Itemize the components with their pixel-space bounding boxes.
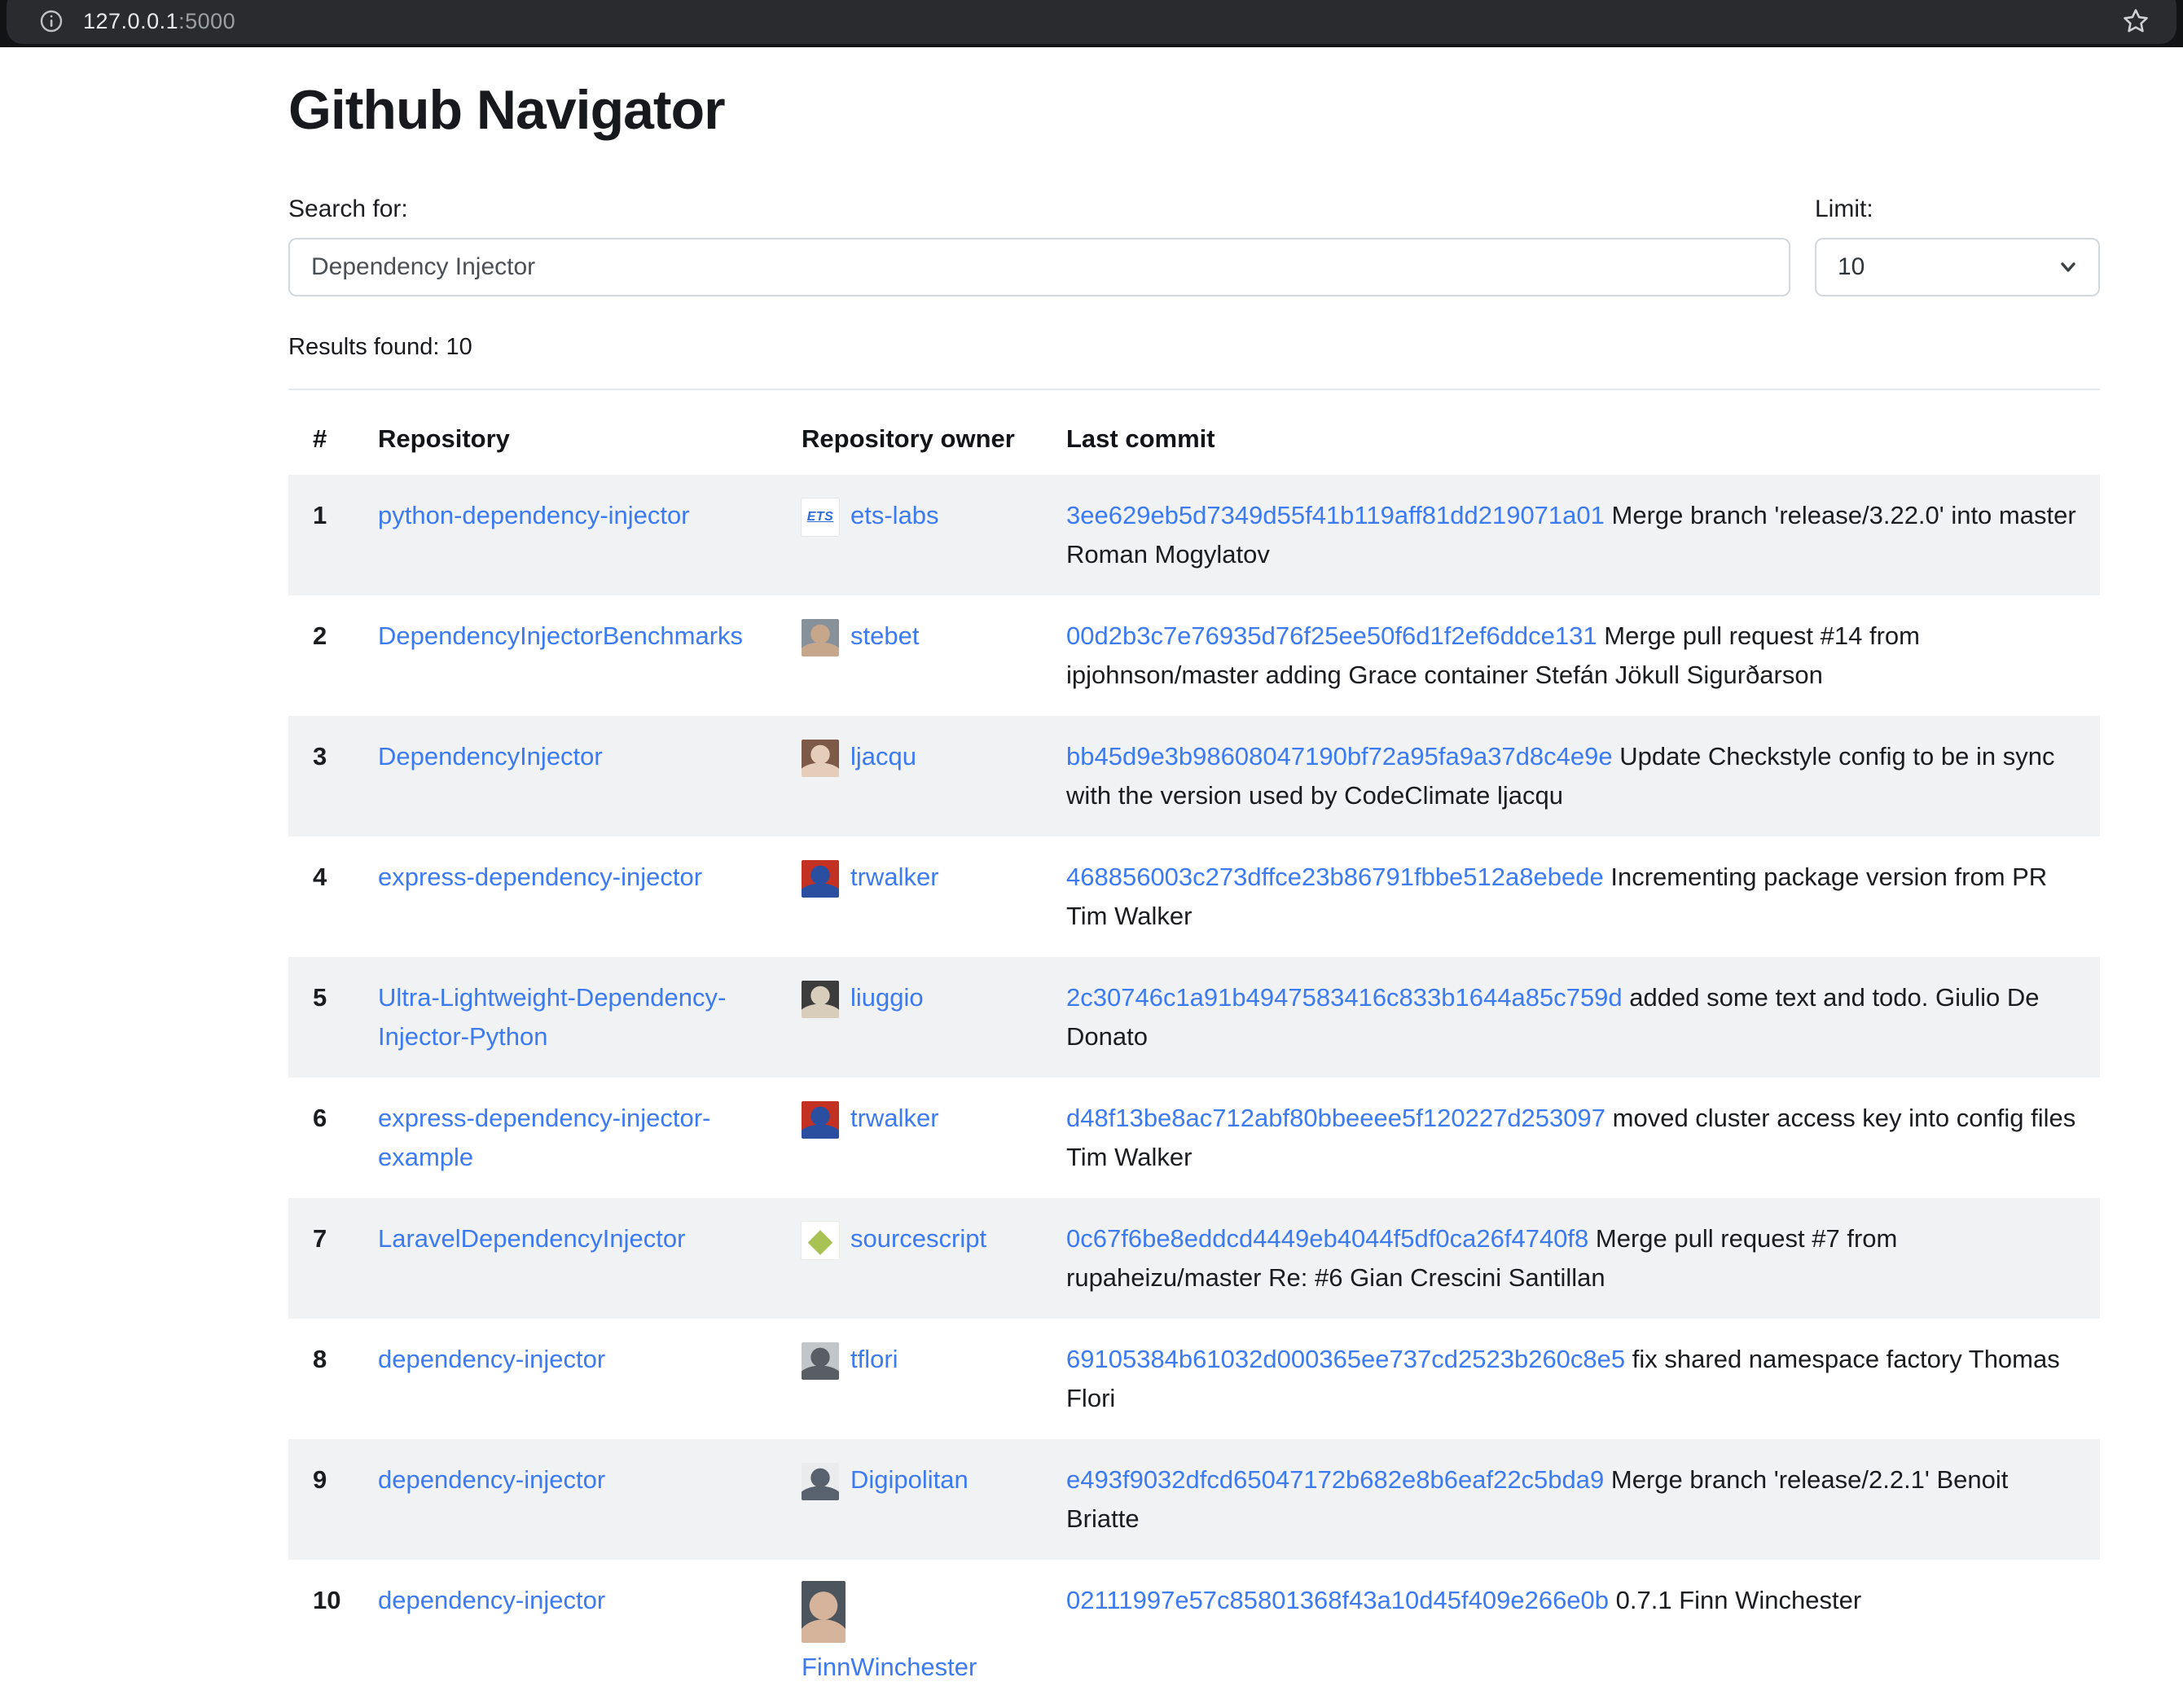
repo-link[interactable]: dependency-injector	[378, 1345, 605, 1373]
commit-hash-link[interactable]: 0c67f6be8eddcd4449eb4044f5df0ca26f4740f8	[1066, 1224, 1588, 1253]
row-number: 9	[288, 1439, 378, 1560]
repo-link[interactable]: dependency-injector	[378, 1465, 605, 1494]
commit-hash-link[interactable]: 2c30746c1a91b4947583416c833b1644a85c759d	[1066, 983, 1623, 1012]
results-count: Results found: 10	[288, 334, 2100, 361]
repo-link[interactable]: Ultra-Lightweight-Dependency-Injector-Py…	[378, 983, 726, 1051]
commit-hash-link[interactable]: bb45d9e3b98608047190bf72a95fa9a37d8c4e9e	[1066, 742, 1613, 771]
avatar-glyph	[802, 619, 839, 656]
table-row: 7 LaravelDependencyInjector ◆ sourcescrip…	[288, 1198, 2100, 1319]
page-title: Github Navigator	[288, 78, 2100, 142]
column-header-number: #	[288, 390, 378, 475]
url-bar[interactable]: 127.0.0.1:5000	[7, 0, 2176, 44]
owner-avatar	[802, 860, 839, 898]
table-row: 4 express-dependency-injector trwalker 4…	[288, 836, 2100, 957]
owner-avatar: ◆	[802, 1222, 839, 1259]
limit-select[interactable]: 10	[1815, 238, 2100, 296]
column-header-repository-owner: Repository owner	[802, 390, 1066, 475]
owner-avatar	[802, 1342, 839, 1380]
owner-link[interactable]: Digipolitan	[850, 1465, 969, 1494]
repos-table: # Repository Repository owner Last commi…	[288, 390, 2100, 1708]
browser-toolbar: 127.0.0.1:5000	[0, 0, 2183, 47]
commit-hash-link[interactable]: d48f13be8ac712abf80bbeeee5f120227d253097	[1066, 1104, 1605, 1132]
owner-link[interactable]: tflori	[850, 1345, 898, 1373]
column-header-repository: Repository	[378, 390, 802, 475]
owner-avatar	[802, 740, 839, 777]
owner-link[interactable]: liuggio	[850, 983, 924, 1012]
owner-avatar	[802, 619, 839, 656]
avatar-glyph	[802, 981, 839, 1018]
owner-link[interactable]: FinnWinchester	[802, 1653, 977, 1681]
owner-avatar	[802, 981, 839, 1018]
page-content: Github Navigator Search for: Limit: 10 R…	[288, 78, 2100, 1708]
commit-hash-link[interactable]: e493f9032dfcd65047172b682e8b6eaf22c5bda9	[1066, 1465, 1604, 1494]
owner-link[interactable]: trwalker	[850, 863, 939, 891]
table-header-row: # Repository Repository owner Last commi…	[288, 390, 2100, 475]
repo-link[interactable]: express-dependency-injector	[378, 863, 702, 891]
owner-link[interactable]: stebet	[850, 621, 919, 650]
info-icon[interactable]	[37, 7, 65, 35]
repo-link[interactable]: express-dependency-injector-example	[378, 1104, 710, 1171]
avatar-glyph	[802, 1342, 839, 1380]
row-number: 8	[288, 1319, 378, 1439]
avatar-glyph	[802, 1101, 839, 1139]
owner-avatar	[802, 1101, 839, 1139]
table-row: 3 DependencyInjector ljacqu bb45d9e3b986…	[288, 716, 2100, 836]
repo-link[interactable]: DependencyInjector	[378, 742, 603, 771]
repo-link[interactable]: python-dependency-injector	[378, 501, 690, 529]
repo-link[interactable]: dependency-injector	[378, 1586, 605, 1614]
avatar-glyph	[802, 1463, 839, 1500]
limit-label: Limit:	[1815, 195, 2100, 223]
search-label: Search for:	[288, 195, 1790, 223]
owner-avatar	[802, 1463, 839, 1500]
table-row: 6 express-dependency-injector-example tr…	[288, 1078, 2100, 1198]
url-host: 127.0.0.1	[83, 9, 178, 33]
commit-message: 0.7.1 Finn Winchester	[1616, 1586, 1862, 1614]
url-port: :5000	[178, 9, 235, 33]
avatar-glyph	[802, 740, 839, 777]
row-number: 5	[288, 957, 378, 1078]
url-text: 127.0.0.1:5000	[83, 9, 235, 34]
avatar-glyph: ETS	[802, 498, 839, 536]
column-header-last-commit: Last commit	[1066, 390, 2100, 475]
avatar-glyph	[802, 860, 839, 898]
commit-hash-link[interactable]: 69105384b61032d000365ee737cd2523b260c8e5	[1066, 1345, 1625, 1373]
owner-link[interactable]: trwalker	[850, 1104, 939, 1132]
search-form: Search for: Limit: 10	[288, 195, 2100, 296]
row-number: 2	[288, 595, 378, 716]
repo-link[interactable]: LaravelDependencyInjector	[378, 1224, 685, 1253]
table-row: 9 dependency-injector Digipolitan e493f9…	[288, 1439, 2100, 1560]
search-input[interactable]	[288, 238, 1790, 296]
table-row: 1 python-dependency-injector ETS ets-labs…	[288, 475, 2100, 595]
row-number: 10	[288, 1560, 378, 1708]
owner-link[interactable]: ljacqu	[850, 742, 916, 771]
owner-link[interactable]: ets-labs	[850, 501, 939, 529]
row-number: 1	[288, 475, 378, 595]
row-number: 6	[288, 1078, 378, 1198]
commit-hash-link[interactable]: 02111997e57c85801368f43a10d45f409e266e0b	[1066, 1586, 1609, 1614]
row-number: 7	[288, 1198, 378, 1319]
table-row: 10 dependency-injector FinnWinchester 02…	[288, 1560, 2100, 1708]
limit-select-value: 10	[1838, 253, 1865, 281]
table-row: 2 DependencyInjectorBenchmarks stebet 00…	[288, 595, 2100, 716]
commit-hash-link[interactable]: 468856003c273dffce23b86791fbbe512a8ebede	[1066, 863, 1604, 891]
owner-avatar: ETS	[802, 498, 839, 536]
commit-hash-link[interactable]: 3ee629eb5d7349d55f41b119aff81dd219071a01	[1066, 501, 1605, 529]
row-number: 3	[288, 716, 378, 836]
commit-hash-link[interactable]: 00d2b3c7e76935d76f25ee50f6d1f2ef6ddce131	[1066, 621, 1597, 650]
table-row: 8 dependency-injector tflori 69105384b61…	[288, 1319, 2100, 1439]
owner-link[interactable]: sourcescript	[850, 1224, 986, 1253]
repo-link[interactable]: DependencyInjectorBenchmarks	[378, 621, 743, 650]
row-number: 4	[288, 836, 378, 957]
avatar-glyph: ◆	[802, 1222, 839, 1259]
bookmark-star-icon[interactable]	[2119, 5, 2152, 37]
table-row: 5 Ultra-Lightweight-Dependency-Injector-…	[288, 957, 2100, 1078]
owner-avatar	[802, 1581, 846, 1643]
avatar-glyph	[802, 1581, 846, 1643]
table-body: 1 python-dependency-injector ETS ets-labs…	[288, 475, 2100, 1708]
chevron-down-icon	[2056, 255, 2080, 279]
